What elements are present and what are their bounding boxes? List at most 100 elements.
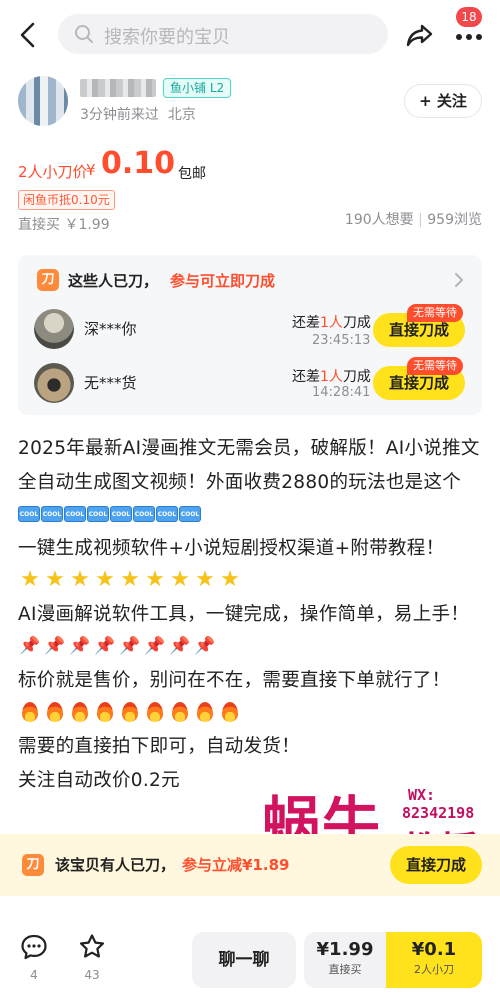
star-icon: ★ <box>20 567 40 592</box>
seller-avatar[interactable] <box>18 76 68 126</box>
direct-buy-price: 直接买 ￥1.99 <box>18 217 110 233</box>
price-value: 0.10 <box>101 146 176 181</box>
cut-buy-label: 2人小刀 <box>414 963 454 976</box>
participant-name: 无***货 <box>84 374 137 392</box>
cut-promo-strip: 刀 该宝贝有人已刀， 参与立减¥1.89 直接刀成 <box>0 834 500 896</box>
star-icon: ★ <box>145 567 165 592</box>
comment-icon[interactable] <box>19 932 49 962</box>
share-icon[interactable] <box>404 19 436 51</box>
fire-icon <box>118 700 142 724</box>
cool-icon: COOL <box>41 506 63 522</box>
cool-icon: COOL <box>179 506 201 522</box>
description-paragraph: 标价就是售价，别问在不在，需要直接下单就行了！ <box>18 670 451 691</box>
description-paragraph: 2025年最新AI漫画推文无需会员，破解版！AI小说推文全自动生成图文视频！外面… <box>18 438 480 493</box>
chevron-right-icon[interactable] <box>454 272 464 292</box>
participant-countdown: 23:45:13 <box>312 333 371 348</box>
cool-icon: COOL <box>87 506 109 522</box>
fire-icon <box>168 700 192 724</box>
fire-icon <box>68 700 92 724</box>
cool-icon: COOL <box>110 506 132 522</box>
search-input[interactable]: 搜索你要的宝贝 <box>58 14 388 54</box>
watermark-wx-label: WX: <box>408 786 436 804</box>
direct-buy-button[interactable]: ¥1.99 直接买 <box>304 932 386 988</box>
participant-avatar[interactable] <box>34 309 74 349</box>
fire-emoji-row <box>18 700 488 724</box>
star-icon: ★ <box>195 567 215 592</box>
cut-participants-panel[interactable]: 刀 这些人已刀， 参与可立即刀成 深***你 还差1人刀成 23:45:13 直… <box>18 255 482 415</box>
favorite-count: 43 <box>84 968 100 982</box>
pushpin-icon: 📌 <box>44 636 66 656</box>
bottom-action-bar: 4 43 聊一聊 ¥1.99 直接买 ¥0.1 2人小刀 <box>0 906 500 998</box>
fire-icon <box>93 700 117 724</box>
pushpin-icon: 📌 <box>94 636 116 656</box>
cool-emoji-row: COOL COOL COOL COOL COOL COOL COOL COOL <box>18 502 488 526</box>
notification-badge: 18 <box>456 7 482 27</box>
cut-panel-title: 这些人已刀， <box>68 272 159 290</box>
back-icon[interactable] <box>14 20 44 50</box>
cool-icon: COOL <box>18 506 40 522</box>
pushpin-icon: 📌 <box>19 636 41 656</box>
item-stats: 190人想要 | 959浏览 <box>345 209 482 229</box>
participant-name: 深***你 <box>84 320 137 338</box>
fire-icon <box>193 700 217 724</box>
pushpin-icon: 📌 <box>69 636 91 656</box>
direct-buy-label: 直接买 <box>328 963 362 976</box>
star-icon: ★ <box>120 567 140 592</box>
pushpin-icon: 📌 <box>169 636 191 656</box>
price-currency: ¥ <box>86 161 96 179</box>
pushpin-icon: 📌 <box>194 636 216 656</box>
pin-emoji-row: 📌 📌 📌 📌 📌 📌 📌 📌 <box>18 634 488 658</box>
chat-button[interactable]: 聊一聊 <box>192 932 296 988</box>
wants-count: 190人想要 <box>344 212 414 228</box>
search-icon <box>74 24 94 44</box>
participant-countdown: 14:28:41 <box>312 385 371 400</box>
knife-icon: 刀 <box>37 269 59 291</box>
star-icon: ★ <box>220 567 240 592</box>
strip-highlight: 参与立减¥1.89 <box>182 856 290 874</box>
description-paragraph: 需要的直接拍下即可，自动发货！ <box>18 736 301 757</box>
participant-remaining: 还差1人刀成 <box>292 315 371 331</box>
cool-icon: COOL <box>156 506 178 522</box>
no-wait-tag: 无需等待 <box>407 304 463 322</box>
pushpin-icon: 📌 <box>119 636 141 656</box>
cool-icon: COOL <box>133 506 155 522</box>
search-placeholder: 搜索你要的宝贝 <box>104 27 230 48</box>
participant-avatar[interactable] <box>34 363 74 403</box>
comment-count: 4 <box>30 968 38 982</box>
star-icon[interactable] <box>77 932 107 962</box>
views-count: 959浏览 <box>427 212 482 228</box>
fire-icon <box>18 700 42 724</box>
top-bar: 搜索你要的宝贝 18 <box>0 0 500 70</box>
star-icon: ★ <box>70 567 90 592</box>
direct-buy-price: ¥1.99 <box>316 939 374 960</box>
cut-buy-price: ¥0.1 <box>411 939 457 960</box>
star-icon: ★ <box>170 567 190 592</box>
cut-buy-button[interactable]: ¥0.1 2人小刀 <box>386 932 482 988</box>
star-emoji-row: ★ ★ ★ ★ ★ ★ ★ ★ ★ <box>18 568 488 592</box>
star-icon: ★ <box>95 567 115 592</box>
seller-location: 北京 <box>167 107 196 123</box>
last-seen: 3分钟前来过 <box>80 107 159 123</box>
strip-text: 该宝贝有人已刀， <box>55 856 176 874</box>
pushpin-icon: 📌 <box>144 636 166 656</box>
cool-icon: COOL <box>64 506 86 522</box>
fire-icon <box>218 700 242 724</box>
star-icon: ★ <box>45 567 65 592</box>
coin-discount-tag: 闲鱼币抵0.10元 <box>18 190 115 210</box>
stats-divider: | <box>418 212 423 228</box>
strip-direct-cut-button[interactable]: 直接刀成 <box>390 846 482 884</box>
follow-button[interactable]: + 关注 <box>404 84 482 118</box>
item-description: 2025年最新AI漫画推文无需会员，破解版！AI小说推文全自动生成图文视频！外面… <box>18 432 488 798</box>
fire-icon <box>43 700 67 724</box>
cut-panel-highlight: 参与可立即刀成 <box>170 272 276 290</box>
fire-icon <box>143 700 167 724</box>
seller-activity: 3分钟前来过 北京 <box>80 104 196 124</box>
price-label: 2人小刀价 <box>18 163 88 181</box>
description-paragraph: 一键生成视频软件+小说短剧授权渠道+附带教程！ <box>18 538 445 559</box>
description-paragraph: AI漫画解说软件工具，一键完成，操作简单，易上手！ <box>18 604 470 625</box>
no-wait-tag: 无需等待 <box>407 357 463 375</box>
knife-icon: 刀 <box>22 854 44 876</box>
participant-remaining: 还差1人刀成 <box>292 369 371 385</box>
seller-level-badge: 鱼小铺 L2 <box>163 78 232 98</box>
seller-name-blurred[interactable] <box>80 79 156 97</box>
